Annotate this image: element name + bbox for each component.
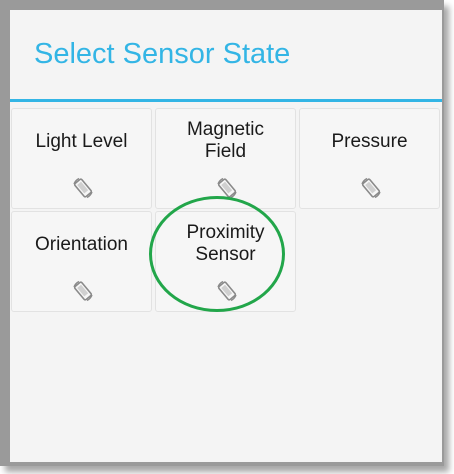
- screen-rotation-icon: [217, 177, 237, 199]
- title-divider: [10, 99, 442, 102]
- sensor-tile-proximity-sensor[interactable]: Proximity Sensor: [155, 211, 296, 312]
- screen-rotation-icon: [73, 177, 93, 199]
- sensor-tile-magnetic-field[interactable]: Magnetic Field: [155, 108, 296, 209]
- sensor-tile-label: Orientation: [35, 234, 128, 255]
- sensor-tile-orientation[interactable]: Orientation: [11, 211, 152, 312]
- sensor-tile-label: Magnetic Field: [186, 119, 265, 162]
- sensor-tile-label: Light Level: [35, 131, 128, 152]
- sensor-tile-pressure[interactable]: Pressure: [299, 108, 440, 209]
- sensor-tile-label: Proximity Sensor: [186, 222, 265, 265]
- sensor-tile-light-level[interactable]: Light Level: [11, 108, 152, 209]
- sensor-state-dialog: Select Sensor State Light Level Magnetic…: [10, 10, 442, 462]
- sensor-tile-label: Pressure: [331, 131, 408, 152]
- screen-rotation-icon: [73, 280, 93, 302]
- screen-rotation-icon: [217, 280, 237, 302]
- screen-rotation-icon: [361, 177, 381, 199]
- dialog-title: Select Sensor State: [34, 38, 291, 70]
